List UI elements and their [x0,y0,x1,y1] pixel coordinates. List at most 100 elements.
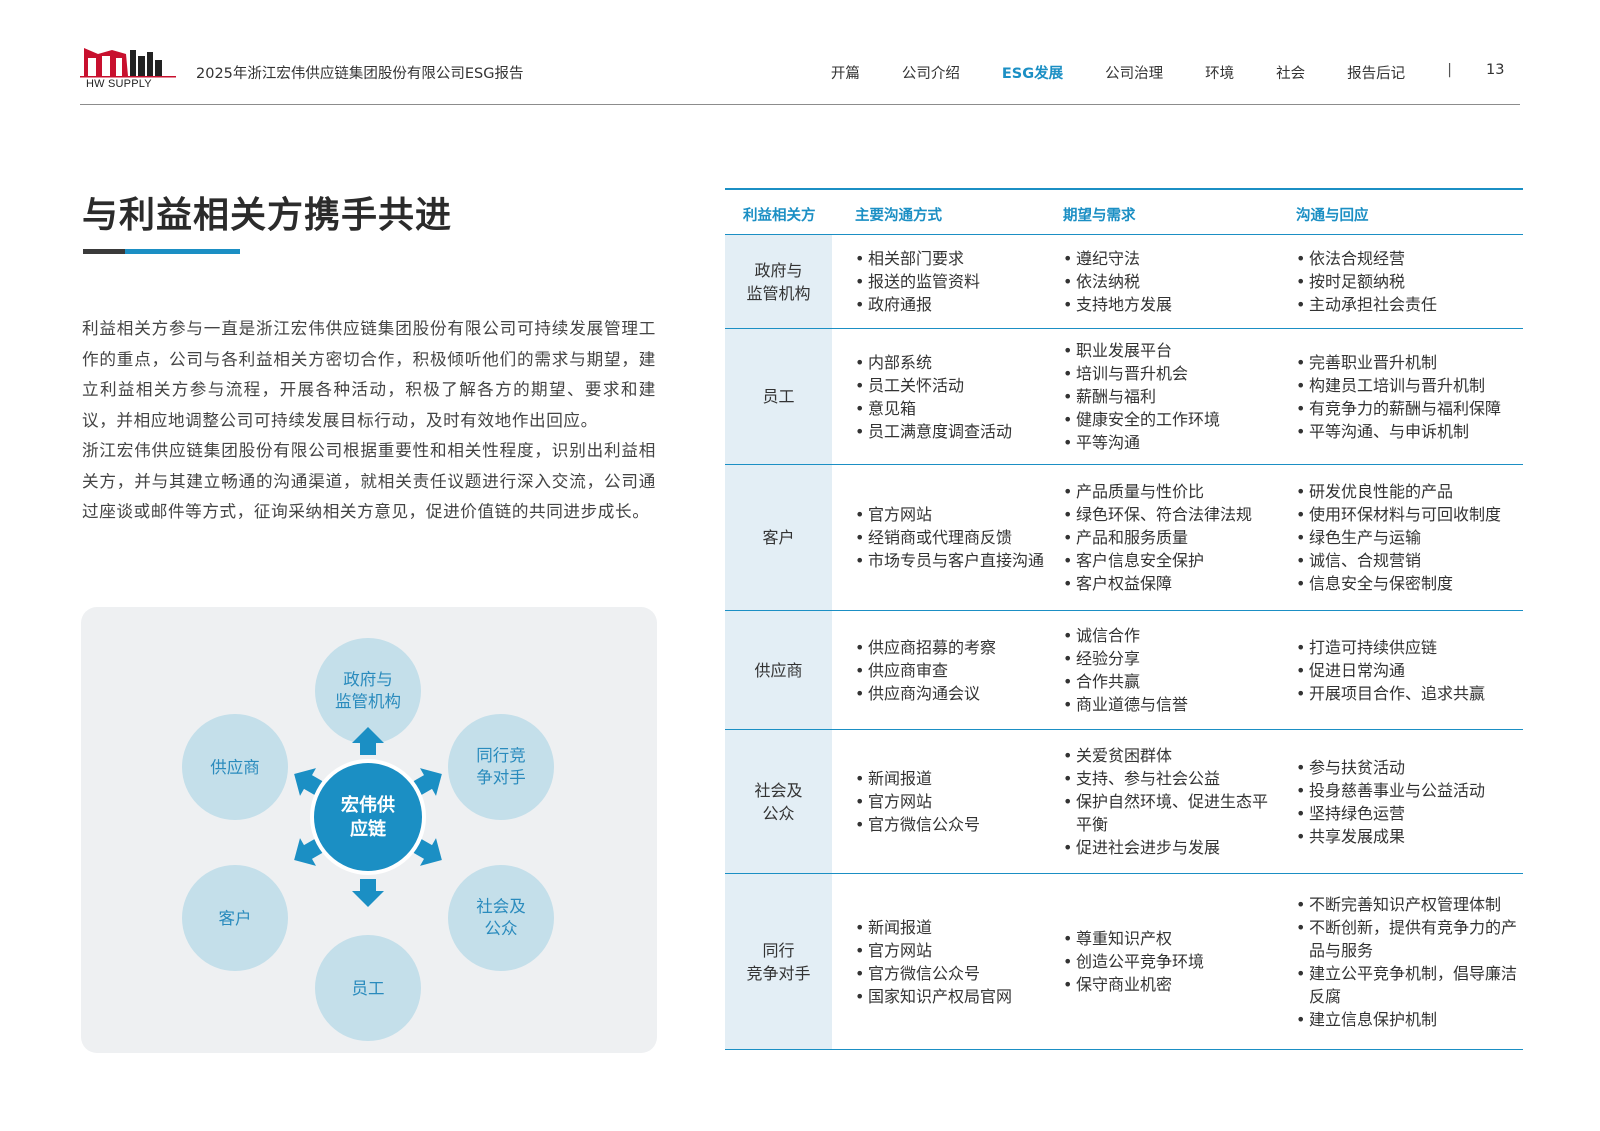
channel-item: 意见箱 [855,397,1045,420]
nav-item-environment[interactable]: 环境 [1205,62,1234,83]
node-label: 公众 [485,919,518,938]
response-item: 不断创新，提供有竞争力的产品与服务 [1296,916,1521,962]
stakeholder-label: 客户 [725,465,832,610]
expectation-item: 遵纪守法 [1063,247,1281,270]
expectation-item: 绿色环保、符合法律法规 [1063,503,1281,526]
response-item: 构建员工培训与晋升机制 [1296,374,1521,397]
responses-cell: 打造可持续供应链促进日常沟通开展项目合作、追求共赢 [1296,611,1521,729]
channels-cell: 供应商招募的考察供应商审查供应商沟通会议 [855,611,1045,729]
nav-item-governance[interactable]: 公司治理 [1105,62,1163,83]
expectations-cell: 诚信合作经验分享合作共赢商业道德与信誉 [1063,611,1281,729]
nav-item-company-intro[interactable]: 公司介绍 [902,62,960,83]
channel-item: 报送的监管资料 [855,270,1045,293]
channel-item: 官方网站 [855,790,1045,813]
nav-item-esg-development[interactable]: ESG发展 [1002,62,1063,83]
node-label: 客户 [219,909,252,928]
channels-cell: 新闻报道官方网站官方微信公众号 [855,730,1045,873]
table-row: 员工 内部系统员工关怀活动意见箱员工满意度调查活动职业发展平台培训与晋升机会薪酬与… [725,329,1523,465]
channel-item: 经销商或代理商反馈 [855,526,1045,549]
table-row: 客户官方网站经销商或代理商反馈市场专员与客户直接沟通产品质量与性价比绿色环保、符… [725,465,1523,611]
channel-item: 国家知识产权局官网 [855,985,1045,1008]
nav-separator: | [1447,62,1452,78]
expectation-item: 支持、参与社会公益 [1063,767,1281,790]
channel-item: 官方微信公众号 [855,813,1045,836]
table-row: 供应商供应商招募的考察供应商审查供应商沟通会议诚信合作经验分享合作共赢商业道德与… [725,611,1523,730]
stakeholder-label-line: 监管机构 [746,283,811,303]
expectation-item: 薪酬与福利 [1063,385,1281,408]
response-item: 坚持绿色运营 [1296,802,1521,825]
node-label: 争对手 [476,768,526,787]
intro-paragraph: 利益相关方参与一直是浙江宏伟供应链集团股份有限公司可持续发展管理工作的重点，公司… [82,319,656,430]
stakeholder-label-line: 同行 [762,940,795,960]
expectation-item: 保守商业机密 [1063,973,1281,996]
stakeholder-label-line: 社会及 [754,780,803,800]
response-item: 完善职业晋升机制 [1296,351,1521,374]
channel-item: 相关部门要求 [855,247,1045,270]
response-item: 有竞争力的薪酬与福利保障 [1296,397,1521,420]
response-item: 促进日常沟通 [1296,659,1521,682]
expectations-cell: 产品质量与性价比绿色环保、符合法律法规产品和服务质量客户信息安全保护客户权益保障 [1063,465,1281,610]
channels-cell: 新闻报道官方网站官方微信公众号国家知识产权局官网 [855,874,1045,1049]
node-label: 供应商 [210,758,260,777]
stakeholder-label: 社会及 公众 [725,730,832,873]
nav-item-afterword[interactable]: 报告后记 [1347,62,1405,83]
intro-paragraph: 浙江宏伟供应链集团股份有限公司根据重要性和相关性程度，识别出利益相关方，并与其建… [82,441,656,521]
node-society: 社会及 公众 [448,865,554,971]
logo-text: HW SUPPLY [86,78,152,90]
center-node: 宏伟供 应链 [310,759,426,875]
center-label: 宏伟供 [341,794,395,816]
node-label: 员工 [352,979,385,998]
expectation-item: 保护自然环境、促进生态平平衡 [1063,790,1281,836]
channels-cell: 内部系统员工关怀活动意见箱员工满意度调查活动 [855,329,1045,464]
expectation-item: 产品和服务质量 [1063,526,1281,549]
channel-item: 员工满意度调查活动 [855,420,1045,443]
response-item: 开展项目合作、追求共赢 [1296,682,1521,705]
channel-item: 政府通报 [855,293,1045,316]
response-item: 打造可持续供应链 [1296,636,1521,659]
channel-item: 官方微信公众号 [855,962,1045,985]
nav-item-society[interactable]: 社会 [1276,62,1305,83]
responses-cell: 参与扶贫活动投身慈善事业与公益活动坚持绿色运营共享发展成果 [1296,730,1521,873]
channels-cell: 相关部门要求报送的监管资料政府通报 [855,235,1045,328]
channel-item: 内部系统 [855,351,1045,374]
channel-item: 官方网站 [855,503,1045,526]
response-item: 共享发展成果 [1296,825,1521,848]
stakeholder-label-line: 竞争对手 [746,963,811,983]
response-item: 主动承担社会责任 [1296,293,1521,316]
arrow-down-icon [352,879,384,907]
stakeholder-label-line: 客户 [762,528,795,547]
responses-cell: 完善职业晋升机制构建员工培训与晋升机制有竞争力的薪酬与福利保障平等沟通、与申诉机… [1296,329,1521,464]
node-competitors: 同行竞 争对手 [448,714,554,820]
expectation-item: 创造公平竞争环境 [1063,950,1281,973]
expectation-item: 产品质量与性价比 [1063,480,1281,503]
stakeholder-label-line: 公众 [762,803,795,823]
expectation-item: 诚信合作 [1063,624,1281,647]
channel-item: 供应商审查 [855,659,1045,682]
nav-item-opening[interactable]: 开篇 [831,62,860,83]
table-row: 社会及公众新闻报道官方网站官方微信公众号关爱贫困群体支持、参与社会公益保护自然环… [725,730,1523,874]
expectations-cell: 尊重知识产权创造公平竞争环境保守商业机密 [1063,874,1281,1049]
table-row: 政府与监管机构 相关部门要求报送的监管资料政府通报遵纪守法依法纳税支持地方发展依法… [725,235,1523,329]
header-expectations: 期望与需求 [1063,208,1136,224]
title-underline-dark [83,249,125,254]
stakeholder-label-line: 员工 [762,387,795,406]
expectation-item: 依法纳税 [1063,270,1281,293]
channel-item: 供应商招募的考察 [855,636,1045,659]
node-label: 社会及 [476,897,526,916]
channel-item: 新闻报道 [855,767,1045,790]
stakeholder-label-line: 政府与 [754,260,803,280]
channel-item: 市场专员与客户直接沟通 [855,549,1045,572]
response-item: 投身慈善事业与公益活动 [1296,779,1521,802]
stakeholder-label: 供应商 [725,611,832,729]
responses-cell: 依法合规经营按时足额纳税主动承担社会责任 [1296,235,1521,328]
node-employees: 员工 [315,935,421,1041]
expectations-cell: 职业发展平台培训与晋升机会薪酬与福利健康安全的工作环境平等沟通 [1063,329,1281,464]
node-customers: 客户 [182,865,288,971]
stakeholder-diagram: 政府与 监管机构 同行竞 争对手 社会及 公众 员工 客户 供应商 宏伟供 应链 [81,607,657,1053]
responses-cell: 不断完善知识产权管理体制不断创新，提供有竞争力的产品与服务建立公平竞争机制，倡导… [1296,874,1521,1049]
node-label: 监管机构 [335,692,401,711]
expectation-item: 客户权益保障 [1063,572,1281,595]
response-item: 使用环保材料与可回收制度 [1296,503,1521,526]
expectation-item: 促进社会进步与发展 [1063,836,1281,859]
expectation-item: 支持地方发展 [1063,293,1281,316]
